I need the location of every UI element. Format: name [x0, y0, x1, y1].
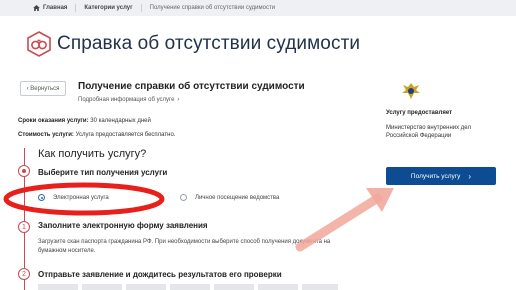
step-send-description-cutoff: [38, 284, 338, 290]
option-electronic-label: Электронная услуга: [53, 194, 109, 201]
provider-label: Услугу предоставляет: [386, 110, 453, 116]
radio-personal-visit[interactable]: [180, 194, 187, 201]
handcuffs-icon: [27, 31, 51, 57]
back-button-label: Вернуться: [30, 85, 60, 92]
get-service-button[interactable]: Получить услугу ›: [386, 167, 496, 185]
home-icon: [33, 5, 40, 11]
back-button[interactable]: ‹ Вернуться: [20, 81, 66, 96]
mvd-emblem-icon: [402, 83, 420, 99]
chevron-right-icon: ›: [468, 171, 472, 181]
page-header: Справка об отсутствии судимости: [26, 31, 360, 57]
step-number-2: 2: [18, 268, 30, 280]
breadcrumb-current: Получение справки об отсутствии судимост…: [149, 5, 276, 11]
step-number-1: 1: [18, 221, 30, 233]
step-choose-title: Выберите тип получения услуги: [38, 168, 168, 177]
step-send-title: Отправьте заявление и дождитесь результа…: [38, 270, 282, 279]
term-label: Сроки оказания услуги:: [18, 118, 89, 124]
breadcrumb-home-link[interactable]: Главная: [40, 4, 77, 12]
option-personal-visit-label: Личное посещение ведомства: [195, 194, 280, 201]
service-cost: Стоимость услуги: Услуга предоставляется…: [18, 132, 175, 138]
step-fill-form-title: Заполните электронную форму заявления: [38, 221, 208, 230]
service-info-link[interactable]: Подробная информация об услуге ›: [78, 97, 179, 103]
service-info-label: Подробная информация об услуге: [78, 97, 175, 103]
breadcrumb: Главная Категории услуг Получение справк…: [0, 0, 516, 16]
breadcrumb-category-link[interactable]: Категории услуг: [76, 4, 142, 12]
step-current-marker: [18, 165, 30, 177]
provider-name: Министерство внутренних дел Российской Ф…: [386, 125, 471, 139]
step-fill-form-description: Загрузите скан паспорта гражданина РФ. П…: [38, 239, 331, 254]
get-service-label: Получить услугу: [410, 172, 461, 180]
service-term: Сроки оказания услуги: 30 календарных дн…: [18, 118, 151, 124]
option-electronic[interactable]: Электронная услуга: [38, 194, 109, 201]
service-name: Получение справки об отсутствии судимост…: [78, 81, 305, 92]
how-to-title: Как получить услугу?: [38, 148, 147, 160]
cost-value: Услуга предоставляется бесплатно.: [75, 132, 176, 138]
page-title: Справка об отсутствии судимости: [57, 33, 361, 54]
cost-label: Стоимость услуги:: [18, 132, 74, 138]
option-personal-visit[interactable]: Личное посещение ведомства: [180, 194, 279, 201]
radio-electronic[interactable]: [38, 194, 45, 201]
term-value: 30 календарных дней: [90, 118, 151, 124]
chevron-right-icon: ›: [177, 97, 180, 103]
